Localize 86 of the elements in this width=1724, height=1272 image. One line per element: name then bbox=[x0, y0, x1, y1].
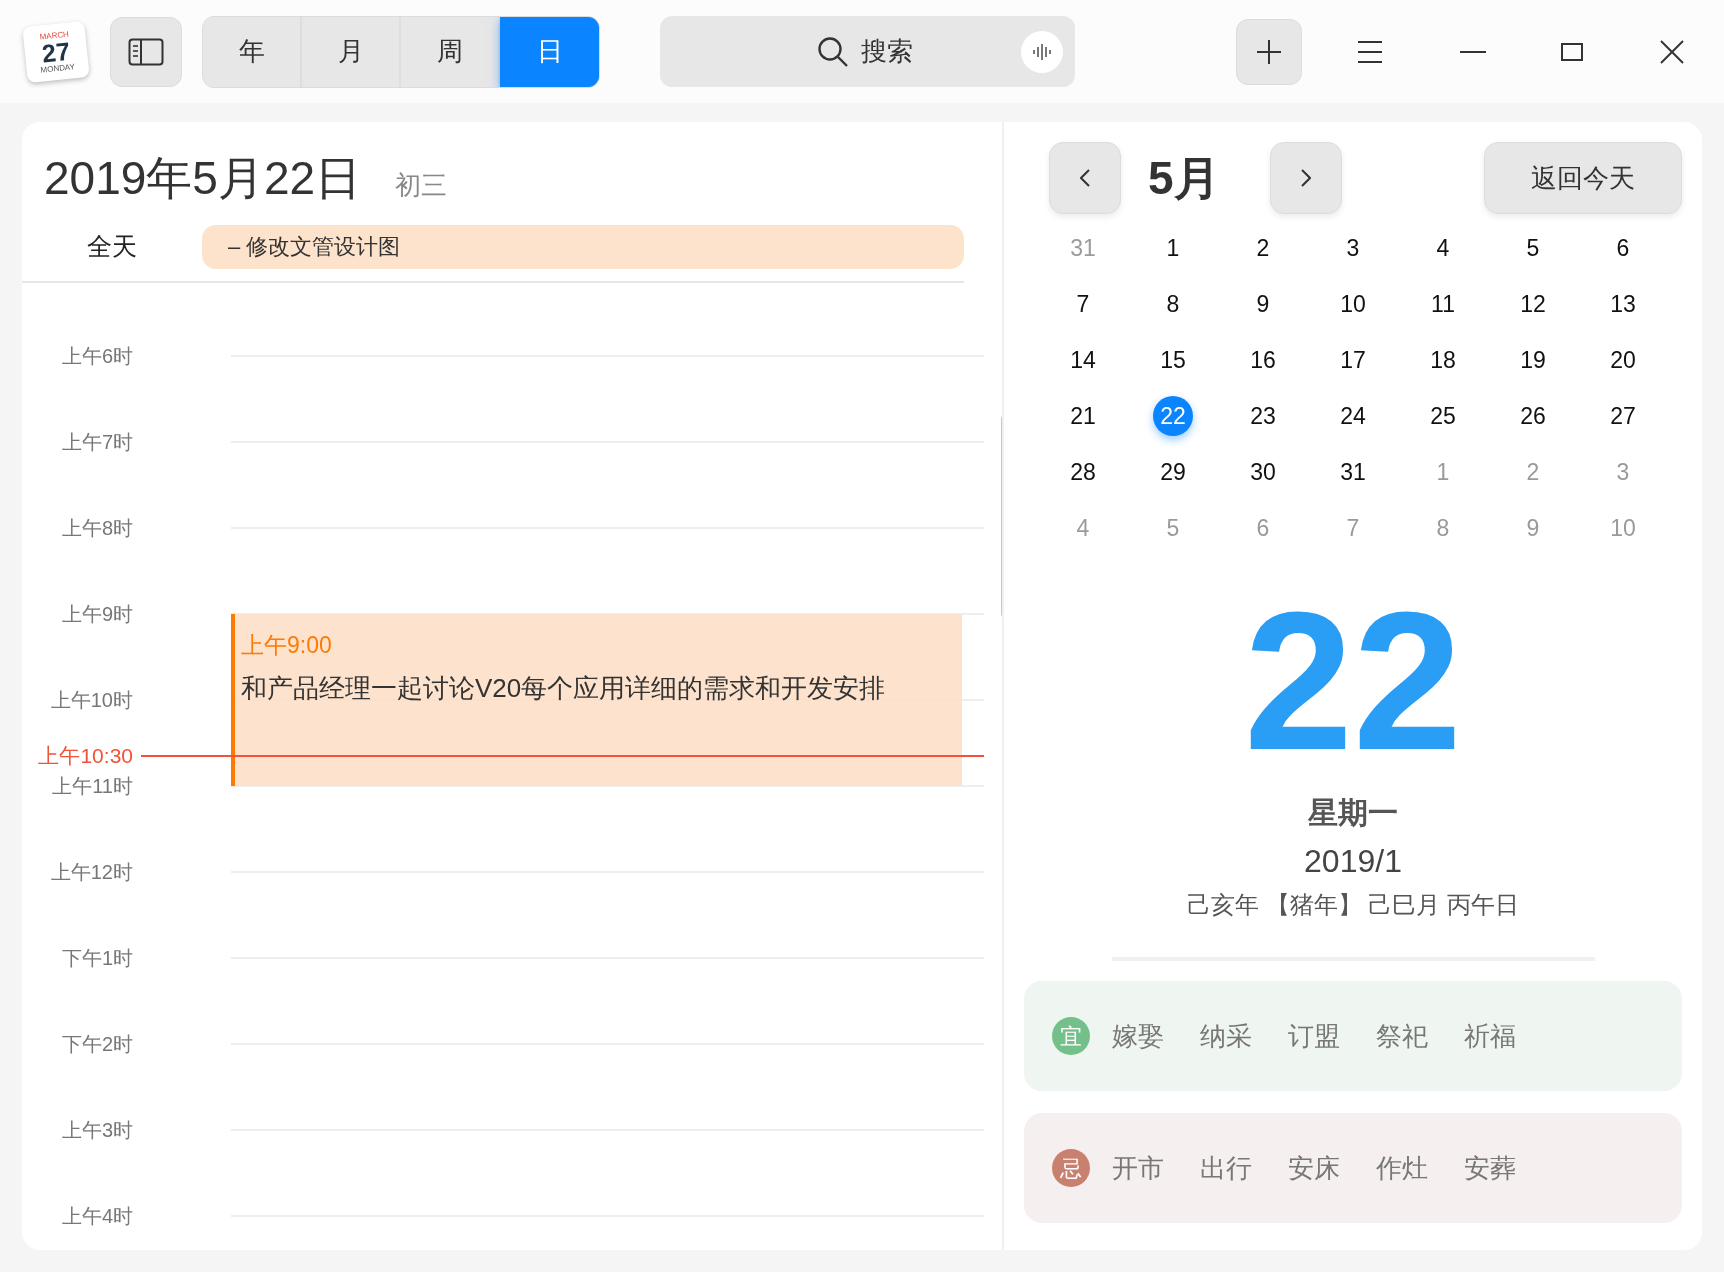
hour-label: 上午4时 bbox=[60, 1204, 133, 1229]
calendar-day[interactable]: 18 bbox=[1423, 340, 1463, 380]
calendar-day[interactable]: 31 bbox=[1333, 452, 1373, 492]
almanac-item: 纳采 bbox=[1200, 1019, 1252, 1053]
event-title: 和产品经理一起讨论V20每个应用详细的需求和开发安排 bbox=[241, 671, 887, 705]
calendar-day[interactable]: 8 bbox=[1153, 284, 1193, 324]
waveform-icon bbox=[1032, 42, 1052, 62]
calendar-day[interactable]: 7 bbox=[1063, 284, 1103, 324]
menu-icon bbox=[1358, 39, 1382, 64]
calendar-day[interactable]: 4 bbox=[1423, 228, 1463, 268]
lunar-day: 初三 bbox=[395, 166, 448, 205]
minimize-icon bbox=[1460, 50, 1486, 53]
event-time: 上午9:00 bbox=[241, 631, 333, 660]
view-tab[interactable]: 日 bbox=[500, 16, 599, 87]
hour-label: 下午2时 bbox=[60, 1032, 133, 1057]
calendar-day[interactable]: 26 bbox=[1513, 396, 1553, 436]
all-day-event[interactable]: – 修改文管设计图 bbox=[202, 225, 964, 269]
almanac-item: 订盟 bbox=[1288, 1019, 1340, 1053]
big-day-number: 22 bbox=[1244, 572, 1462, 791]
calendar-day[interactable]: 24 bbox=[1333, 396, 1373, 436]
chevron-right-icon bbox=[1301, 169, 1311, 187]
almanac-item: 祭祀 bbox=[1376, 1019, 1428, 1053]
event-block[interactable]: 上午9:00 和产品经理一起讨论V20每个应用详细的需求和开发安排 bbox=[231, 614, 962, 786]
calendar-day[interactable]: 13 bbox=[1603, 284, 1643, 324]
hour-label: 上午8时 bbox=[60, 516, 133, 541]
hour-label: 上午9时 bbox=[60, 602, 133, 627]
hour-label: 上午7时 bbox=[60, 430, 133, 455]
hour-label: 下午1时 bbox=[60, 946, 133, 971]
calendar-day[interactable]: 6 bbox=[1603, 228, 1643, 268]
close-icon bbox=[1660, 39, 1684, 64]
calendar-day[interactable]: 1 bbox=[1153, 228, 1193, 268]
almanac-badge: 忌 bbox=[1052, 1149, 1090, 1187]
almanac-item: 嫁娶 bbox=[1112, 1019, 1164, 1053]
view-tab[interactable]: 年 bbox=[203, 16, 302, 87]
hour-label: 上午12时 bbox=[49, 860, 133, 885]
hour-label: 上午3时 bbox=[60, 1118, 133, 1143]
calendar-day[interactable]: 17 bbox=[1333, 340, 1373, 380]
sidebar-toggle-button[interactable] bbox=[110, 16, 182, 87]
calendar-day[interactable]: 22 bbox=[1153, 396, 1193, 436]
almanac-item: 祈福 bbox=[1464, 1019, 1516, 1053]
current-time-label: 上午10:30 bbox=[37, 743, 133, 769]
calendar-day[interactable]: 21 bbox=[1063, 396, 1103, 436]
calendar-day[interactable]: 14 bbox=[1063, 340, 1103, 380]
almanac-badge: 宜 bbox=[1052, 1017, 1090, 1055]
calendar-day[interactable]: 25 bbox=[1423, 396, 1463, 436]
calendar-day[interactable]: 5 bbox=[1513, 228, 1553, 268]
today-button[interactable]: 返回今天 bbox=[1484, 142, 1682, 214]
almanac-item: 出行 bbox=[1200, 1151, 1252, 1185]
voice-input-button[interactable] bbox=[1021, 31, 1063, 73]
almanac-item: 安葬 bbox=[1464, 1151, 1516, 1185]
plus-icon bbox=[1257, 39, 1281, 64]
calendar-day[interactable]: 9 bbox=[1243, 284, 1283, 324]
search-icon bbox=[816, 35, 849, 68]
calendar-day[interactable]: 10 bbox=[1333, 284, 1373, 324]
hour-label: 上午11时 bbox=[51, 774, 133, 799]
weekday: 星期一 bbox=[1308, 796, 1398, 829]
calendar-day[interactable]: 27 bbox=[1603, 396, 1643, 436]
add-button[interactable] bbox=[1236, 18, 1302, 85]
calendar-day[interactable]: 15 bbox=[1153, 340, 1193, 380]
calendar-day[interactable]: 2 bbox=[1243, 228, 1283, 268]
all-day-label: 全天 bbox=[86, 231, 138, 263]
app-icon-month: MARCH bbox=[39, 29, 70, 41]
calendar-day[interactable]: 28 bbox=[1063, 452, 1103, 492]
hour-label: 上午10时 bbox=[49, 688, 133, 713]
ganzhi-date: 己亥年 【猪年】 己巳月 丙午日 bbox=[1187, 891, 1519, 918]
calendar-day[interactable]: 29 bbox=[1153, 452, 1193, 492]
app-icon-weekday: MONDAY bbox=[40, 62, 76, 74]
calendar-day[interactable]: 19 bbox=[1513, 340, 1553, 380]
calendar-day[interactable]: 30 bbox=[1243, 452, 1283, 492]
calendar-day[interactable]: 11 bbox=[1423, 284, 1463, 324]
calendar-day[interactable]: 12 bbox=[1513, 284, 1553, 324]
almanac-item: 作灶 bbox=[1376, 1151, 1428, 1185]
search-input[interactable]: 搜索 bbox=[858, 31, 919, 72]
maximize-icon bbox=[1561, 42, 1583, 61]
calendar-day[interactable]: 3 bbox=[1333, 228, 1373, 268]
sidebar-icon bbox=[128, 37, 164, 66]
almanac-item: 开市 bbox=[1112, 1151, 1164, 1185]
lunar-date: 2019/1 bbox=[1304, 843, 1402, 879]
calendar-day[interactable]: 16 bbox=[1243, 340, 1283, 380]
calendar-day[interactable]: 20 bbox=[1603, 340, 1643, 380]
month-title: 5月 bbox=[1147, 150, 1221, 206]
chevron-left-icon bbox=[1080, 169, 1090, 187]
date-title: 2019年5月22日 bbox=[44, 151, 362, 206]
almanac-item: 安床 bbox=[1288, 1151, 1340, 1185]
calendar-day[interactable]: 23 bbox=[1243, 396, 1283, 436]
hour-label: 上午6时 bbox=[60, 344, 133, 369]
